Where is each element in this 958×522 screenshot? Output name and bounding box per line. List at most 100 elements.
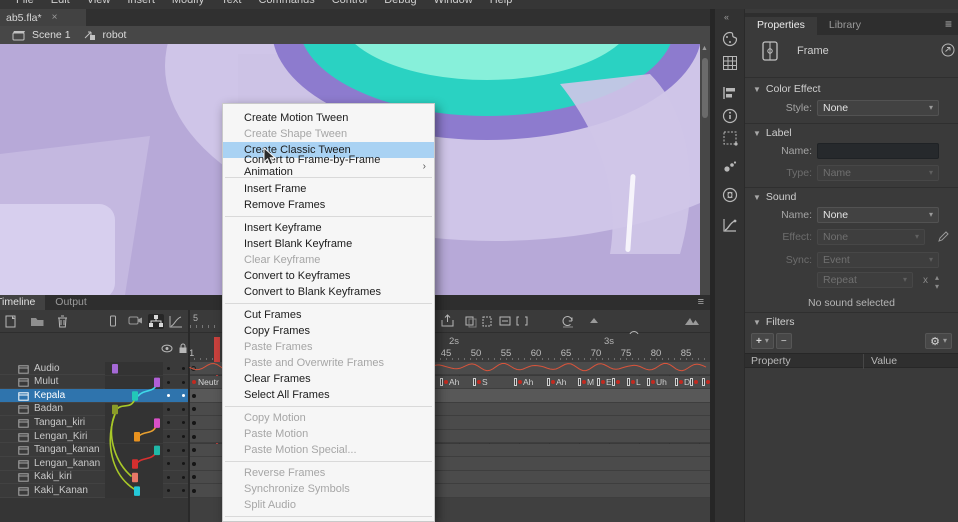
repeat-stepper[interactable]: ▴▾ bbox=[935, 273, 939, 291]
sound-repeat-select[interactable]: Repeat ▾ bbox=[817, 272, 913, 288]
context-item-reverse-frames[interactable]: Reverse Frames bbox=[223, 465, 434, 481]
collapse-panels-icon[interactable]: « bbox=[724, 12, 729, 22]
context-item-label: Reverse Frames bbox=[244, 467, 325, 479]
frame-context-menu: Create Motion TweenCreate Shape TweenCre… bbox=[222, 103, 435, 522]
menubar-item-window[interactable]: Window bbox=[434, 0, 473, 6]
sound-effect-value: None bbox=[823, 231, 848, 243]
context-item-label: Select All Frames bbox=[244, 389, 330, 401]
cc-libraries-panel-icon[interactable] bbox=[722, 187, 738, 203]
info-panel-icon[interactable] bbox=[722, 108, 738, 124]
context-item-label: Insert Frame bbox=[244, 183, 306, 195]
context-item-convert-to-frame-by-frame-animation[interactable]: Convert to Frame-by-Frame Animation› bbox=[223, 158, 434, 174]
context-item-insert-frame[interactable]: Insert Frame bbox=[223, 181, 434, 197]
context-item-convert-to-blank-keyframes[interactable]: Convert to Blank Keyframes bbox=[223, 284, 434, 300]
sound-name-select[interactable]: None ▾ bbox=[817, 207, 939, 223]
motion-editor-panel-icon[interactable] bbox=[722, 217, 738, 233]
context-item-label: Copy Frames bbox=[244, 325, 310, 337]
color-panel-icon[interactable] bbox=[722, 31, 738, 47]
close-tab-icon[interactable]: × bbox=[52, 12, 58, 23]
context-item-insert-keyframe[interactable]: Insert Keyframe bbox=[223, 220, 434, 236]
menubar-item-commands[interactable]: Commands bbox=[258, 0, 314, 6]
context-item-paste-frames[interactable]: Paste Frames bbox=[223, 339, 434, 355]
frame-icon bbox=[759, 39, 781, 66]
context-item-label: Clear Keyframe bbox=[244, 254, 320, 266]
scene-clapper-icon[interactable] bbox=[12, 30, 26, 41]
context-item-synchronize-symbols[interactable]: Synchronize Symbols bbox=[223, 481, 434, 497]
canvas-scrollbar[interactable]: ▲ bbox=[700, 44, 710, 295]
sound-sync-label: Sync: bbox=[750, 254, 812, 266]
menubar-item-modify[interactable]: Modify bbox=[172, 0, 204, 6]
section-color-effect[interactable]: ▼Color Effect bbox=[753, 83, 821, 95]
filters-table-header: Property Value bbox=[745, 353, 958, 368]
section-sound[interactable]: ▼Sound bbox=[753, 191, 796, 203]
submenu-arrow-icon: › bbox=[423, 161, 426, 172]
context-item-label: Paste Frames bbox=[244, 341, 312, 353]
section-label[interactable]: ▼Label bbox=[753, 127, 792, 139]
transform-panel-icon[interactable] bbox=[722, 130, 738, 146]
menubar-item-control[interactable]: Control bbox=[332, 0, 367, 6]
sound-repeat-value: Repeat bbox=[823, 274, 857, 286]
properties-panel-menu-icon[interactable]: ≡ bbox=[945, 17, 952, 31]
swatches-panel-icon[interactable] bbox=[722, 55, 738, 71]
breadcrumb-scene[interactable]: Scene 1 bbox=[32, 29, 71, 41]
sound-sync-value: Event bbox=[823, 254, 850, 266]
context-item-select-all-frames[interactable]: Select All Frames bbox=[223, 387, 434, 403]
sound-sync-select[interactable]: Event ▾ bbox=[817, 252, 939, 268]
add-filter-button[interactable]: + ▾ bbox=[751, 333, 774, 349]
context-item-cut-frames[interactable]: Cut Frames bbox=[223, 307, 434, 323]
menu-separator bbox=[225, 406, 432, 407]
context-item-remove-frames[interactable]: Remove Frames bbox=[223, 197, 434, 213]
menubar-item-file[interactable]: File bbox=[16, 0, 34, 6]
context-item-create-shape-tween[interactable]: Create Shape Tween bbox=[223, 126, 434, 142]
section-filters[interactable]: ▼Filters bbox=[753, 316, 795, 328]
sound-effect-select[interactable]: None ▾ bbox=[817, 229, 925, 245]
chevron-down-icon: ▾ bbox=[915, 233, 919, 241]
label-type-select[interactable]: Name ▾ bbox=[817, 165, 939, 181]
style-label: Style: bbox=[750, 102, 812, 114]
context-item-clear-frames[interactable]: Clear Frames bbox=[223, 371, 434, 387]
menu-separator bbox=[225, 303, 432, 304]
menubar-item-edit[interactable]: Edit bbox=[51, 0, 70, 6]
menubar-item-insert[interactable]: Insert bbox=[127, 0, 155, 6]
context-item-label: Create Motion Tween bbox=[244, 112, 348, 124]
divider bbox=[745, 77, 958, 78]
filter-options-button[interactable]: ⚙ ▾ bbox=[925, 333, 952, 349]
scroll-up-icon[interactable]: ▲ bbox=[701, 45, 708, 52]
sound-name-value: None bbox=[823, 209, 848, 221]
label-type-label: Type: bbox=[750, 167, 812, 179]
context-item-copy-frames[interactable]: Copy Frames bbox=[223, 323, 434, 339]
menubar-item-help[interactable]: Help bbox=[490, 0, 513, 6]
label-name-input[interactable] bbox=[817, 143, 939, 159]
context-item-label: Create Shape Tween bbox=[244, 128, 347, 140]
align-panel-icon[interactable] bbox=[722, 85, 738, 101]
circle-arrow-icon[interactable] bbox=[941, 43, 955, 60]
style-select[interactable]: None ▾ bbox=[817, 100, 939, 116]
context-item-split-audio[interactable]: Split Audio bbox=[223, 497, 434, 513]
context-item-paste-motion-special[interactable]: Paste Motion Special... bbox=[223, 442, 434, 458]
menubar-item-view[interactable]: View bbox=[87, 0, 111, 6]
particles-panel-icon[interactable] bbox=[722, 159, 738, 175]
context-item-paste-motion[interactable]: Paste Motion bbox=[223, 426, 434, 442]
tab-bar-empty bbox=[86, 9, 710, 26]
properties-tab-properties[interactable]: Properties bbox=[745, 17, 817, 35]
document-tab[interactable]: ab5.fla* × bbox=[0, 9, 86, 26]
triangle-down-icon: ▼ bbox=[753, 129, 761, 138]
context-item-copy-motion[interactable]: Copy Motion bbox=[223, 410, 434, 426]
context-item-insert-blank-keyframe[interactable]: Insert Blank Keyframe bbox=[223, 236, 434, 252]
chevron-down-icon: ▾ bbox=[929, 104, 933, 112]
scrollbar-thumb[interactable] bbox=[702, 58, 708, 118]
properties-tab-library[interactable]: Library bbox=[817, 17, 873, 35]
breadcrumb-symbol[interactable]: robot bbox=[103, 29, 127, 41]
menubar-item-text[interactable]: Text bbox=[221, 0, 241, 6]
edit-sound-pencil-icon[interactable] bbox=[937, 230, 950, 246]
context-item-clear-keyframe[interactable]: Clear Keyframe bbox=[223, 252, 434, 268]
divider bbox=[745, 123, 958, 124]
remove-filter-button[interactable]: − bbox=[776, 333, 792, 349]
context-item-convert-to-keyframes[interactable]: Convert to Keyframes bbox=[223, 268, 434, 284]
context-item-paste-and-overwrite-frames[interactable]: Paste and Overwrite Frames bbox=[223, 355, 434, 371]
gear-icon: ⚙ bbox=[930, 335, 940, 348]
panel-icon-strip: « bbox=[715, 9, 745, 522]
menubar-item-debug[interactable]: Debug bbox=[384, 0, 416, 6]
context-item-create-motion-tween[interactable]: Create Motion Tween bbox=[223, 110, 434, 126]
context-item-label: Copy Motion bbox=[244, 412, 306, 424]
